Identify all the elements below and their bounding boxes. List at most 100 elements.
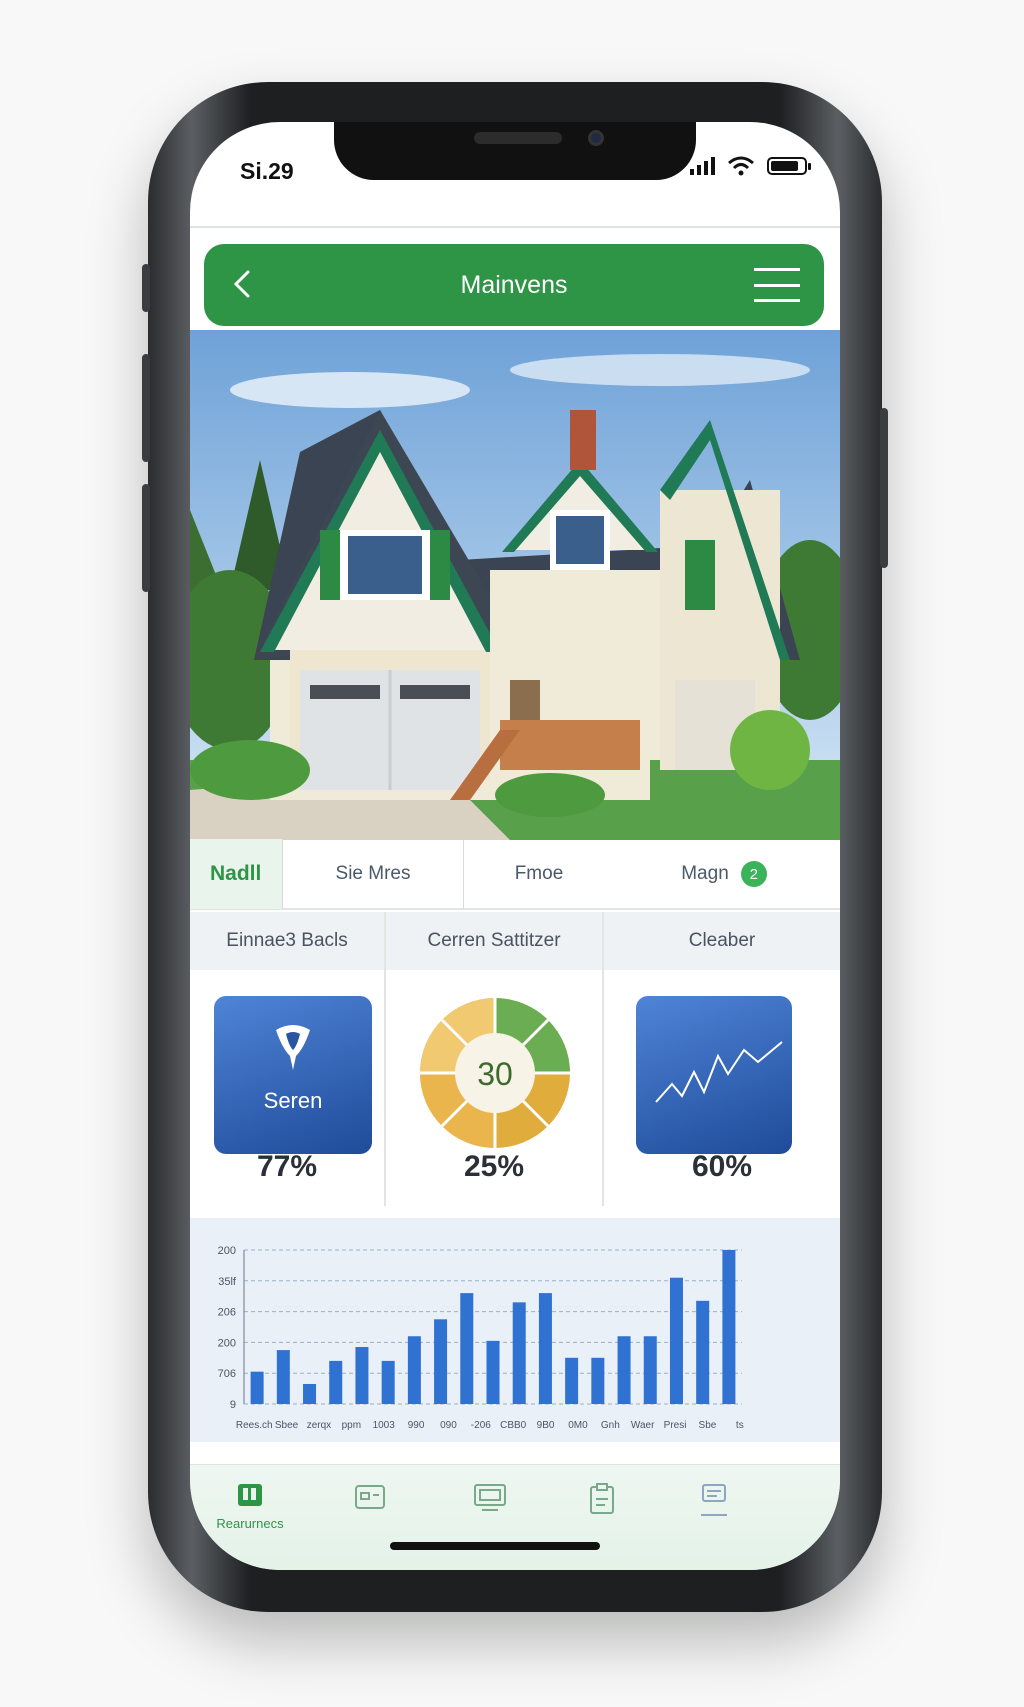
notch — [334, 122, 696, 180]
card-icon — [355, 1485, 385, 1509]
x-tick-label: Waer — [631, 1420, 655, 1431]
volume-up-button — [142, 354, 150, 462]
power-button — [880, 408, 888, 568]
chart-bar — [434, 1319, 448, 1404]
volume-down-button — [142, 484, 150, 592]
x-tick-label: Presi — [664, 1420, 687, 1431]
tile-label: Seren — [263, 1088, 323, 1113]
chart-bar — [696, 1300, 710, 1404]
y-tick-label: 35lf — [218, 1276, 237, 1288]
chart-bar — [460, 1293, 474, 1404]
x-tick-label: 090 — [440, 1420, 457, 1431]
card-percent: 60% — [691, 1150, 753, 1183]
tab-badge: 2 — [740, 861, 767, 887]
chevron-left-icon[interactable] — [226, 266, 262, 302]
card-einnae[interactable]: Einnae3 Bacls Seren 77% — [190, 912, 386, 1206]
mute-switch — [142, 264, 150, 312]
signal-icon — [690, 157, 715, 175]
chart-bar — [669, 1277, 683, 1404]
seren-tile[interactable]: Seren — [214, 996, 372, 1154]
x-tick-label: 990 — [408, 1420, 425, 1431]
monitor-icon — [474, 1484, 506, 1511]
line-chart-tile[interactable] — [636, 996, 792, 1154]
donut-center-value: 30 — [477, 1056, 513, 1092]
chart-bar — [538, 1293, 552, 1404]
card-cerren[interactable]: Cerren Sattitzer 30 25% — [386, 912, 604, 1206]
divider — [190, 226, 840, 228]
x-tick-label: 1003 — [373, 1420, 396, 1431]
card-cleaber[interactable]: Cleaber 60% — [604, 912, 840, 1206]
chart-bar — [303, 1383, 317, 1404]
speaker — [474, 132, 562, 144]
chart-bar — [591, 1357, 605, 1404]
house-image — [190, 330, 840, 840]
x-tick-label: zerqx — [307, 1420, 331, 1431]
y-tick-label: 9 — [230, 1399, 236, 1411]
line-chart-icon — [655, 1041, 783, 1103]
tabbar-item-features[interactable]: Rearurnecs — [210, 1483, 290, 1531]
chart-bar — [565, 1357, 579, 1404]
chart-bar — [355, 1347, 369, 1404]
card-title: Einnae3 Bacls — [190, 912, 384, 970]
pin-icon — [276, 1025, 310, 1070]
tabbar-item-3[interactable] — [450, 1483, 530, 1518]
tab-label: Nadll — [210, 862, 262, 885]
page-title: Mainvens — [460, 270, 568, 299]
y-tick-label: 200 — [218, 1337, 236, 1349]
tab-nadll[interactable]: Nadll — [190, 839, 282, 909]
status-icons — [690, 156, 811, 176]
chart-bar — [617, 1336, 631, 1404]
chart-bar — [381, 1360, 395, 1404]
app-header: Mainvens — [204, 244, 824, 326]
tabbar-item-2[interactable] — [330, 1483, 410, 1516]
clipboard-icon — [590, 1483, 614, 1514]
x-tick-label: Sbee — [275, 1420, 299, 1431]
x-tick-label: -206 — [471, 1420, 491, 1431]
card-percent: 77% — [256, 1150, 318, 1183]
chart-bar — [512, 1302, 526, 1404]
nav-tabs: Nadll Sie Mres Fmoe Magn 2 — [190, 839, 840, 910]
camera-icon — [588, 130, 604, 146]
dashboard-icon — [238, 1484, 262, 1506]
tabbar-item-4[interactable] — [562, 1483, 642, 1520]
stats-cards: Einnae3 Bacls Seren 77% Cerren Sattitzer — [190, 912, 840, 1206]
x-tick-label: Gnh — [601, 1420, 620, 1431]
y-tick-label: 206 — [218, 1307, 236, 1319]
x-tick-label: 0M0 — [568, 1420, 588, 1431]
tab-magn[interactable]: Magn 2 — [614, 839, 834, 909]
list-icon — [701, 1484, 727, 1516]
status-time: Si.29 — [240, 158, 294, 184]
battery-icon — [767, 157, 811, 175]
chart-bar — [329, 1360, 343, 1404]
tab-label: Magn — [681, 863, 729, 884]
chart-bar — [250, 1371, 264, 1404]
x-tick-label: 9B0 — [537, 1420, 555, 1431]
tab-fmoe[interactable]: Fmoe — [464, 839, 614, 909]
tabbar-label: Rearurnecs — [216, 1516, 284, 1531]
card-percent: 25% — [463, 1150, 525, 1183]
tabbar-item-5[interactable] — [674, 1483, 754, 1522]
phone-screen: Si.29 Mainvens Nadll Sie Mres Fmoe Magn … — [190, 122, 840, 1570]
wifi-icon — [728, 156, 754, 176]
donut-chart: 30 — [420, 998, 570, 1148]
y-tick-label: 706 — [218, 1368, 236, 1380]
x-tick-label: Rees.ch — [236, 1420, 273, 1431]
card-title: Cleaber — [604, 912, 840, 970]
card-title: Cerren Sattitzer — [386, 912, 602, 970]
menu-icon[interactable] — [754, 268, 800, 302]
x-tick-label: CBB0 — [500, 1420, 527, 1431]
y-tick-label: 200 — [218, 1245, 236, 1257]
x-tick-label: ppm — [342, 1420, 361, 1431]
chart-bar — [486, 1340, 500, 1404]
home-indicator[interactable] — [390, 1542, 600, 1550]
chart-bar — [407, 1336, 421, 1404]
bottom-tab-bar: Rearurnecs — [190, 1464, 840, 1570]
chart-bar — [276, 1350, 290, 1404]
tab-label: Sie Mres — [335, 863, 411, 884]
x-tick-label: ts — [736, 1420, 744, 1431]
chart-bar — [722, 1250, 736, 1404]
tab-label: Fmoe — [514, 863, 564, 884]
x-tick-label: Sbe — [699, 1420, 717, 1431]
tab-sie-mres[interactable]: Sie Mres — [283, 839, 463, 909]
bar-chart: 9 706 200 206 35lf 200 Rees.ch Sbee zerqx ppm 1003… — [190, 1218, 840, 1442]
